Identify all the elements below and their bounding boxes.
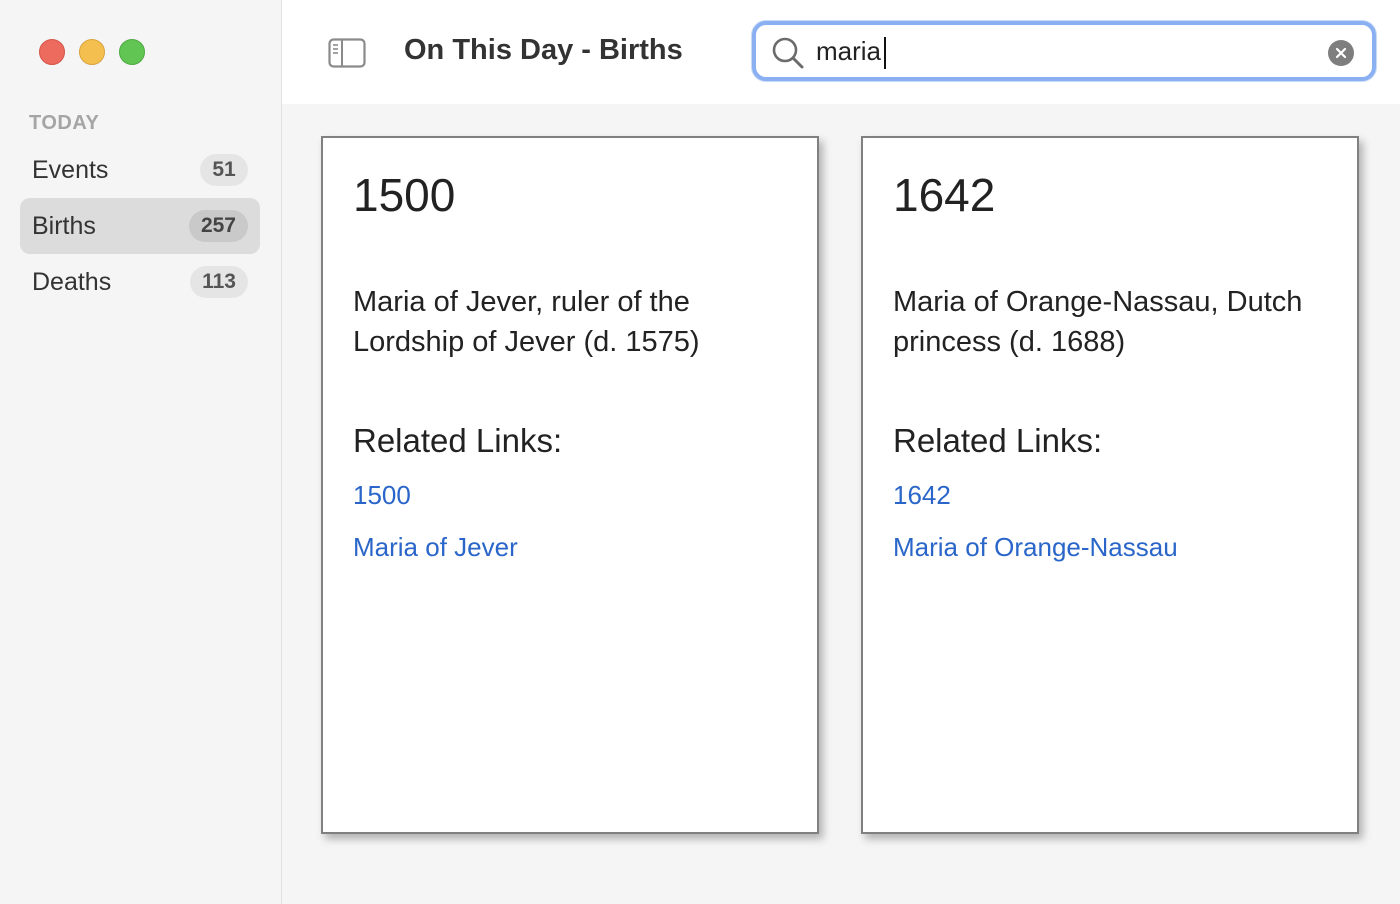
related-link[interactable]: 1500 bbox=[353, 480, 787, 510]
card-description: Maria of Orange-Nassau, Dutch princess (… bbox=[893, 286, 1303, 358]
count-badge: 113 bbox=[190, 266, 248, 298]
card-description: Maria of Jever, ruler of the Lordship of… bbox=[353, 286, 700, 358]
sidebar-item-births[interactable]: Births 257 bbox=[20, 198, 260, 254]
search-input[interactable] bbox=[816, 33, 1296, 69]
card-year: 1642 bbox=[893, 169, 996, 221]
window-title: On This Day - Births bbox=[404, 34, 683, 66]
event-card: 1642 Maria of Orange-Nassau, Dutch princ… bbox=[861, 136, 1359, 834]
clear-x-icon[interactable] bbox=[1328, 40, 1354, 66]
magnifier-icon bbox=[770, 35, 806, 71]
related-links-heading: Related Links: bbox=[893, 422, 1103, 459]
sidebar-item-label: Events bbox=[32, 155, 109, 184]
sidebar-item-label: Births bbox=[32, 211, 96, 240]
toolbar: On This Day - Births bbox=[282, 0, 1400, 104]
event-card: 1500 Maria of Jever, ruler of the Lordsh… bbox=[321, 136, 819, 834]
card-year: 1500 bbox=[353, 169, 456, 221]
sidebar: TODAY Events 51 Births 257 Deaths 113 bbox=[0, 0, 282, 904]
sidebar-section-header: TODAY bbox=[29, 112, 100, 134]
sidebar-nav: Events 51 Births 257 Deaths 113 bbox=[20, 142, 260, 310]
related-link[interactable]: 1642 bbox=[893, 480, 1327, 510]
sidebar-item-deaths[interactable]: Deaths 113 bbox=[20, 254, 260, 310]
sidebar-item-label: Deaths bbox=[32, 267, 112, 296]
zoom-window-button[interactable] bbox=[119, 39, 145, 65]
minimize-window-button[interactable] bbox=[79, 39, 105, 65]
related-link[interactable]: Maria of Orange-Nassau bbox=[893, 532, 1327, 562]
sidebar-toggle-icon[interactable] bbox=[328, 38, 366, 68]
close-window-button[interactable] bbox=[39, 39, 65, 65]
related-links-heading: Related Links: bbox=[353, 422, 563, 459]
related-link[interactable]: Maria of Jever bbox=[353, 532, 787, 562]
search-field[interactable] bbox=[752, 21, 1376, 81]
sidebar-item-events[interactable]: Events 51 bbox=[20, 142, 260, 198]
app-window: TODAY Events 51 Births 257 Deaths 113 On… bbox=[0, 0, 1400, 904]
count-badge: 51 bbox=[200, 154, 248, 186]
results-area: 1500 Maria of Jever, ruler of the Lordsh… bbox=[282, 104, 1400, 904]
window-controls bbox=[39, 39, 145, 65]
count-badge: 257 bbox=[188, 210, 248, 242]
text-caret bbox=[884, 37, 886, 69]
